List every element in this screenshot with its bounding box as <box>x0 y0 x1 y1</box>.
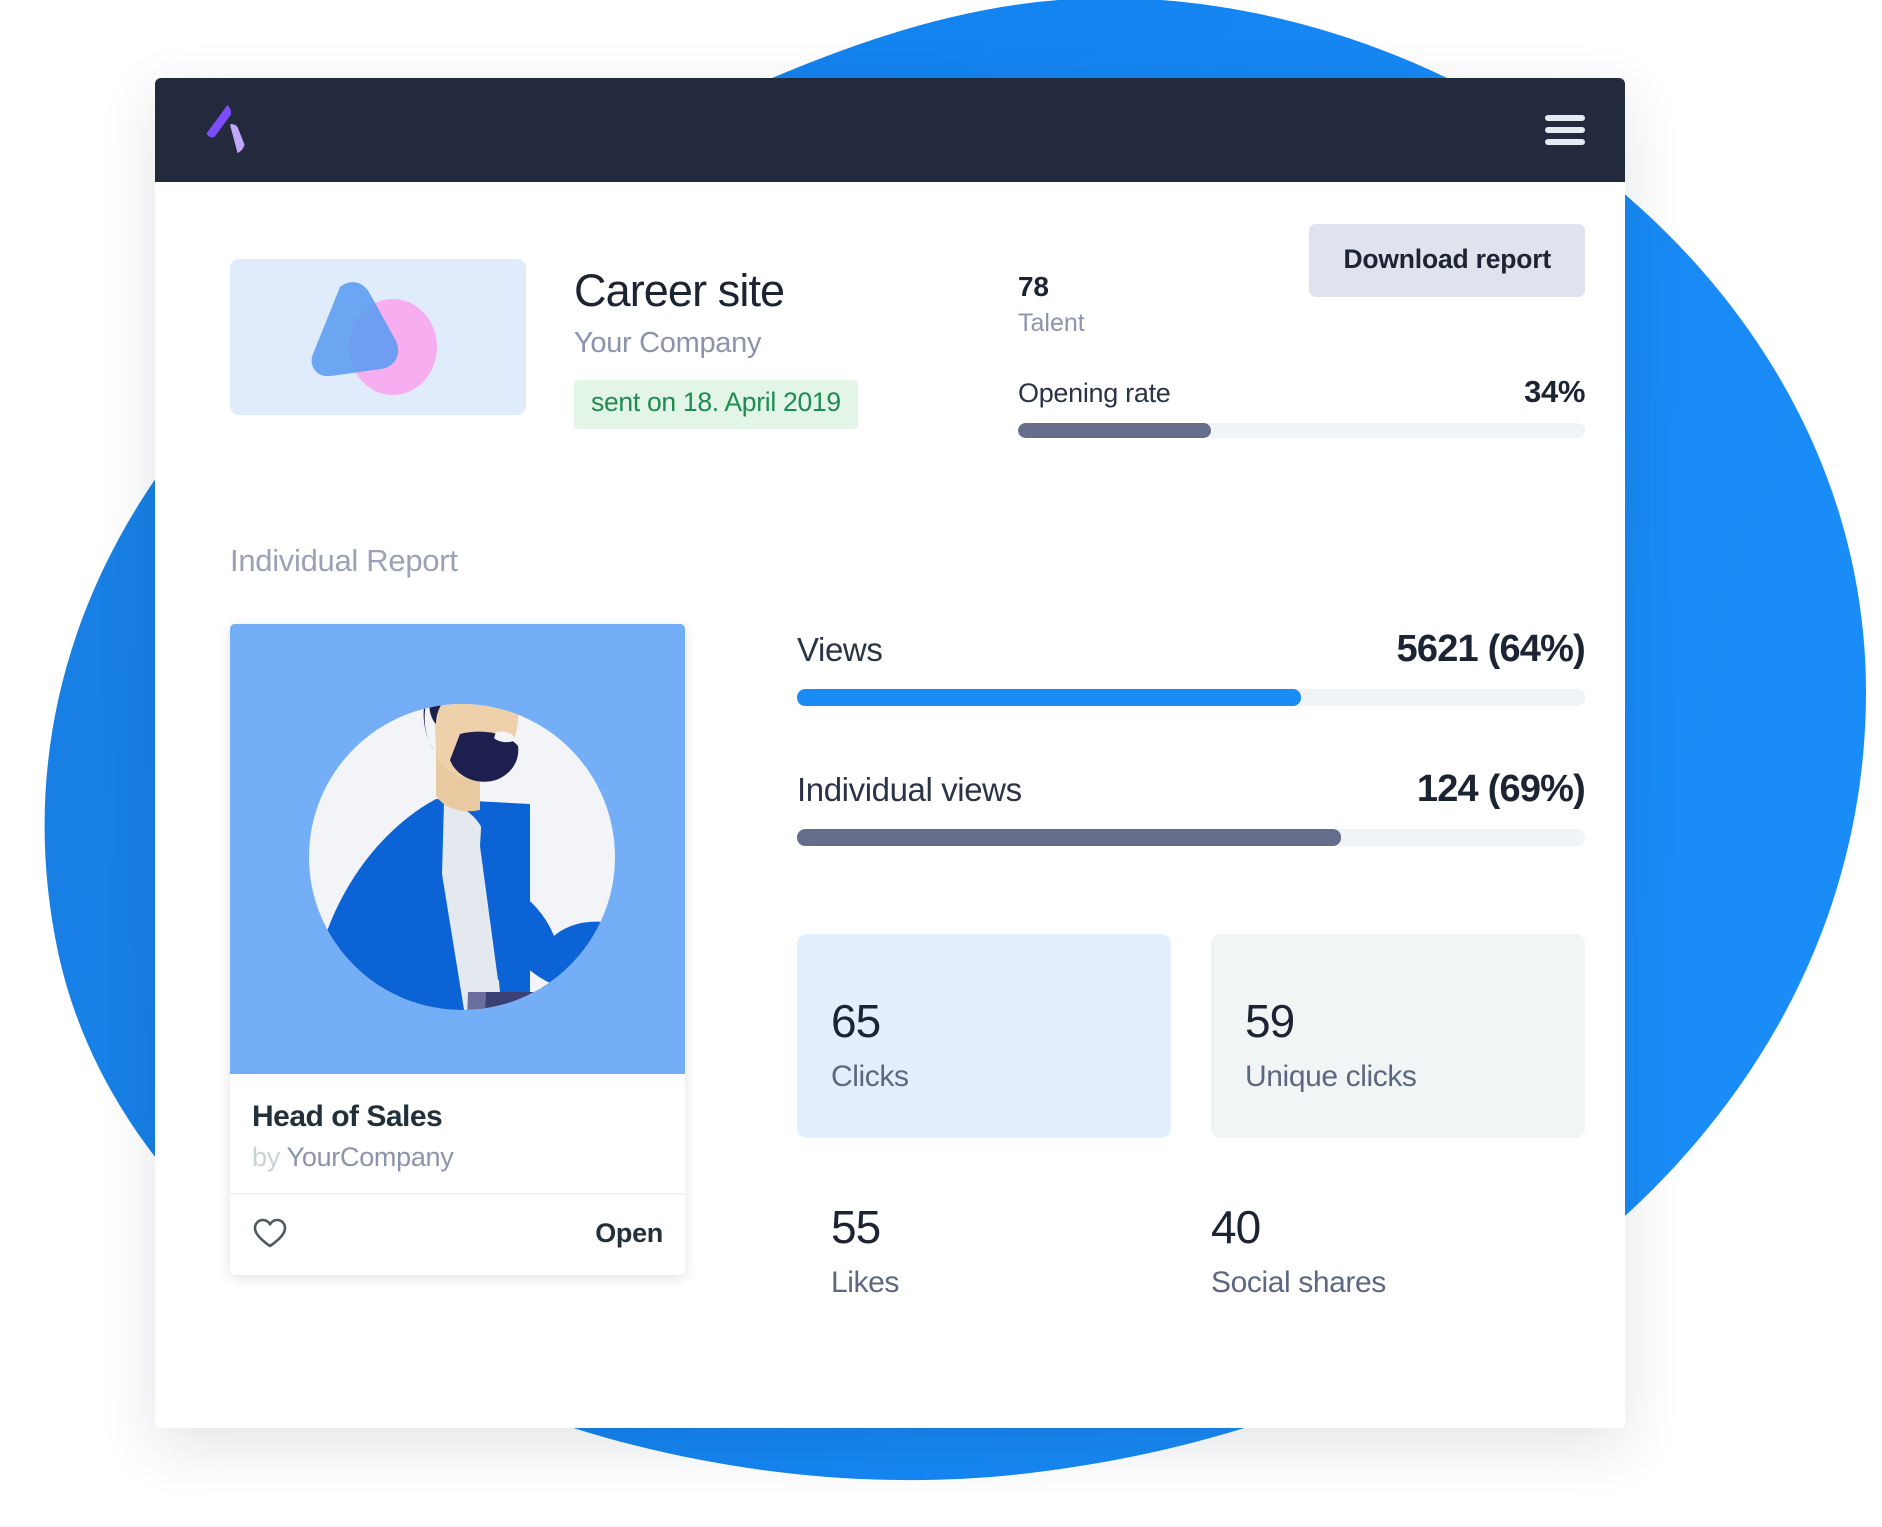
metric-progress-fill <box>797 829 1341 846</box>
metrics-panel: Views 5621 (64%) Individual views 124 (6… <box>685 624 1586 1300</box>
opening-rate-value: 34% <box>1524 374 1585 409</box>
open-job-link[interactable]: Open <box>595 1218 663 1249</box>
stat-social-shares: 40 Social shares <box>1211 1200 1551 1300</box>
arrow-logo-icon[interactable] <box>200 101 256 159</box>
campaign-title: Career site <box>574 265 785 316</box>
campaign-thumbnail[interactable] <box>230 259 526 415</box>
stat-likes: 55 Likes <box>831 1200 1171 1300</box>
stat-card-unique-clicks: 59 Unique clicks <box>1211 934 1585 1138</box>
hamburger-line <box>1545 115 1585 121</box>
campaign-info: Career site Your Company sent on 18. Apr… <box>574 259 994 429</box>
talent-count: 78 <box>1018 271 1049 302</box>
metric-value: 124 (69%) <box>1416 768 1586 810</box>
stat-number: 40 <box>1211 1201 1261 1253</box>
metric-progress-track <box>797 689 1585 706</box>
job-title: Head of Sales <box>252 1100 443 1133</box>
heart-outline-icon[interactable] <box>252 1217 288 1249</box>
app-window: Download report Career site Your Company… <box>155 78 1625 1428</box>
campaign-thumbnail-shapes <box>311 282 437 395</box>
job-card-footer: Open <box>230 1193 685 1275</box>
hamburger-line <box>1545 139 1585 145</box>
titlebar <box>155 78 1625 182</box>
stat-label: Clicks <box>831 1060 909 1093</box>
stat-cards-row: 65 Clicks 59 Unique clicks <box>797 934 1585 1138</box>
individual-report-body: Head of Sales by YourCompany Open Views … <box>155 624 1625 1300</box>
campaign-company: Your Company <box>574 327 762 359</box>
sent-status-badge: sent on 18. April 2019 <box>574 380 858 429</box>
opening-rate-label: Opening rate <box>1018 378 1171 408</box>
job-card-text: Head of Sales by YourCompany <box>230 1074 685 1193</box>
hamburger-menu-icon[interactable] <box>1545 115 1585 145</box>
job-card[interactable]: Head of Sales by YourCompany Open <box>230 624 685 1275</box>
opening-rate-progress-track <box>1018 423 1585 438</box>
opening-rate-progress-fill <box>1018 423 1211 438</box>
talent-label: Talent <box>1018 309 1085 337</box>
job-byline: by YourCompany <box>252 1142 663 1173</box>
stat-label: Unique clicks <box>1245 1060 1417 1093</box>
job-company-name: YourCompany <box>286 1142 454 1172</box>
plain-stats-row: 55 Likes 40 Social shares <box>797 1200 1585 1300</box>
stat-label: Social shares <box>1211 1266 1386 1299</box>
metric-views: Views 5621 (64%) <box>797 628 1586 706</box>
bearded-man-illustration <box>230 624 685 1074</box>
hamburger-line <box>1545 127 1585 133</box>
metric-progress-track <box>797 829 1585 846</box>
metric-individual-views: Individual views 124 (69%) <box>797 768 1586 846</box>
individual-report-title: Individual Report <box>230 543 458 578</box>
metric-progress-fill <box>797 689 1302 706</box>
stat-number: 55 <box>831 1201 881 1253</box>
opening-rate-row: Opening rate 34% <box>1018 374 1585 410</box>
stat-number: 65 <box>831 995 881 1047</box>
metric-value: 5621 (64%) <box>1396 628 1586 670</box>
job-by-prefix: by <box>252 1142 280 1172</box>
campaign-stats: 78 Talent Opening rate 34% <box>994 259 1585 438</box>
campaign-header: Career site Your Company sent on 18. Apr… <box>155 259 1625 438</box>
stat-number: 59 <box>1245 995 1295 1047</box>
stat-label: Likes <box>831 1266 900 1299</box>
metric-label: Views <box>797 631 883 668</box>
metric-label: Individual views <box>797 771 1022 808</box>
stat-card-clicks: 65 Clicks <box>797 934 1171 1138</box>
